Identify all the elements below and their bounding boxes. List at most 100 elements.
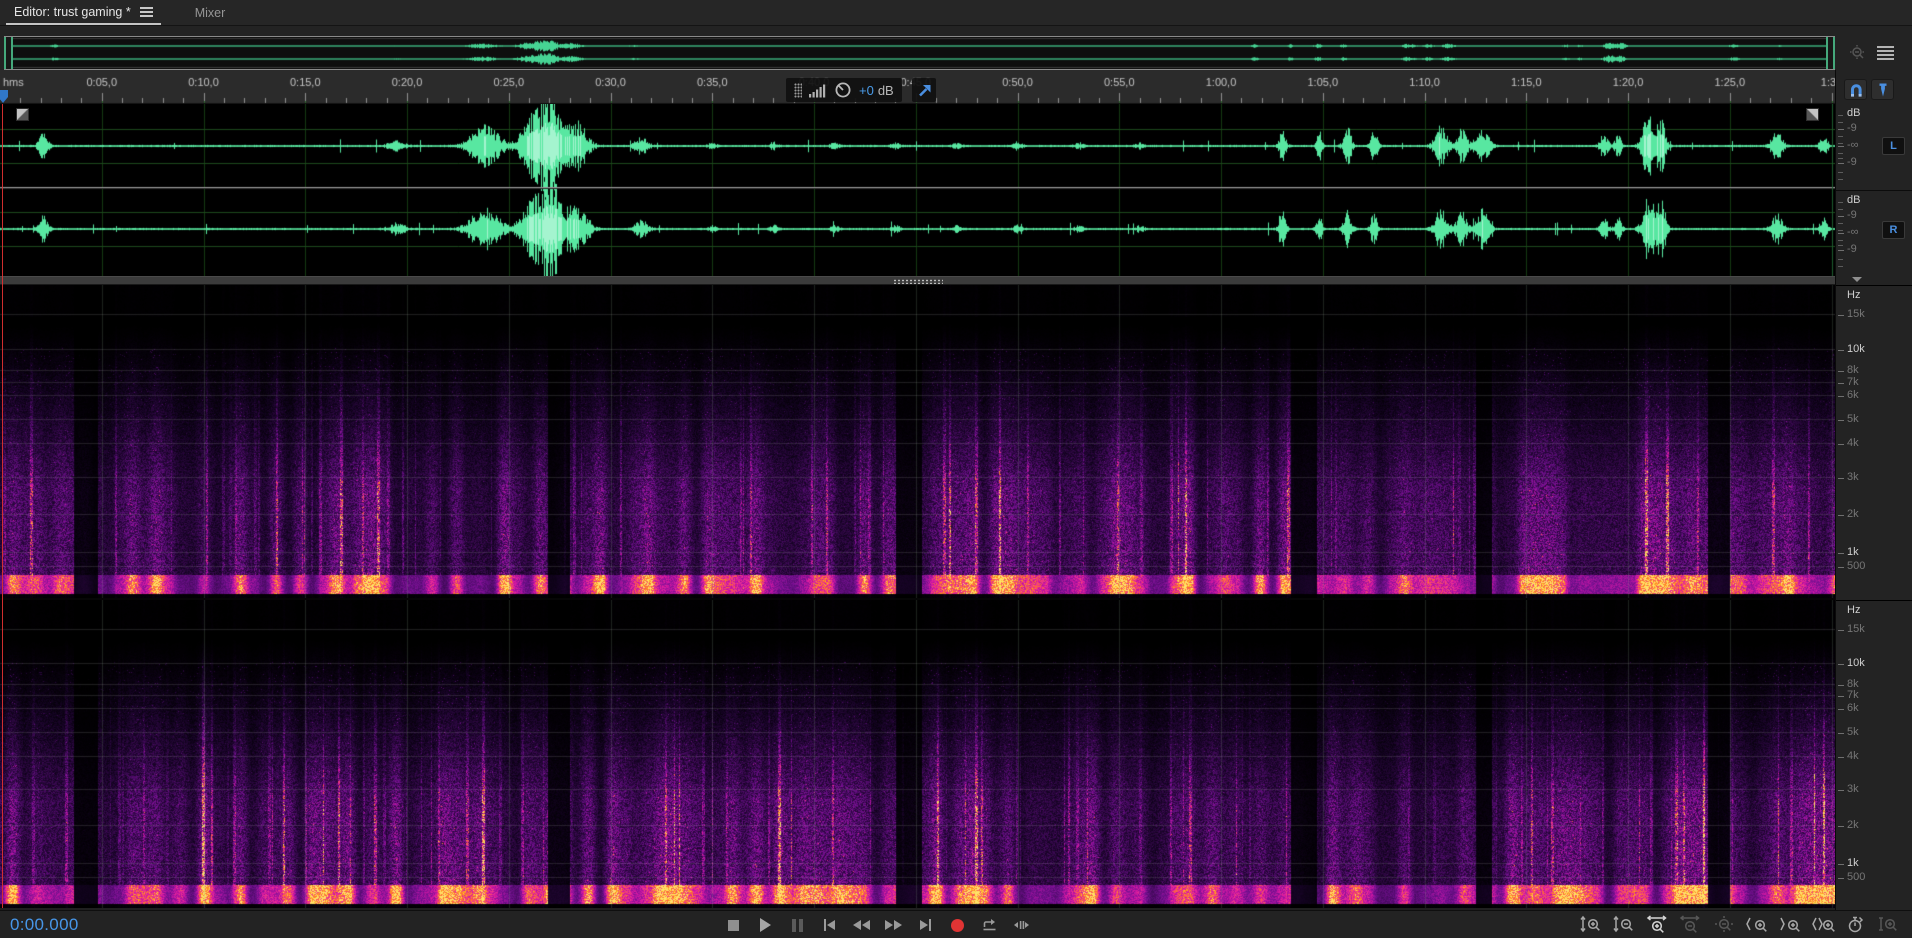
fade-in-handle[interactable] <box>16 108 29 121</box>
scale-tick-label: -9 <box>1847 156 1857 168</box>
overview-view-box[interactable] <box>4 36 1835 70</box>
zoom-in-left-edge-icon <box>1745 915 1769 935</box>
selection-time-display[interactable]: 0:00.000 <box>10 915 79 935</box>
tab-editor[interactable]: Editor: trust gaming * <box>6 0 161 25</box>
scale-tick-label: 2k <box>1847 819 1859 831</box>
spectral-display-right[interactable] <box>0 600 1835 908</box>
overview-left-handle[interactable] <box>4 37 13 69</box>
zoom-to-selection-icon <box>1811 915 1835 935</box>
waveform-display[interactable] <box>0 104 1835 276</box>
spectral-display-left[interactable] <box>0 285 1835 598</box>
gain-db-value: +0 <box>859 83 874 98</box>
overview-waveform <box>13 37 1826 69</box>
zoom-controls <box>1579 914 1902 936</box>
channel-button-r[interactable]: R <box>1882 221 1905 239</box>
volume-hud: +0 dB <box>786 78 902 102</box>
overview-strip <box>0 26 1912 70</box>
scale-minor-tick <box>1838 266 1843 267</box>
snap-magnet-icon <box>1846 81 1866 99</box>
scale-tick-label: 7k <box>1847 689 1859 701</box>
pin-marker-icon <box>1874 81 1892 99</box>
play-icon <box>760 918 771 932</box>
panel-menu-icon[interactable] <box>140 7 153 17</box>
pin-marker-button[interactable] <box>1871 79 1894 100</box>
scale-tick-label: 7k <box>1847 376 1859 388</box>
channel-button-l[interactable]: L <box>1882 137 1905 155</box>
skip-selection-icon <box>1014 921 1029 929</box>
scale-title: Hz <box>1847 289 1860 301</box>
collapse-arrow-icon[interactable] <box>1852 277 1862 282</box>
rewind-icon <box>853 920 870 930</box>
gain-knob-icon[interactable] <box>834 81 852 99</box>
stop-button[interactable] <box>722 914 745 936</box>
audition-editor-window: Editor: trust gaming * Mixer <box>0 0 1912 938</box>
amplitude-scale-left: dB-9-∞-9L <box>1836 104 1912 190</box>
scale-minor-tick <box>1838 158 1843 159</box>
playhead-line[interactable] <box>2 104 3 908</box>
scale-minor-tick <box>1838 209 1843 210</box>
pause-icon <box>792 919 803 932</box>
zoom-duration-button[interactable] <box>1843 914 1869 936</box>
view-splitter[interactable] <box>0 276 1835 285</box>
snap-toggle-button[interactable] <box>1844 79 1867 100</box>
scale-tick-label: 5k <box>1847 413 1859 425</box>
play-button[interactable] <box>754 914 777 936</box>
scale-minor-tick <box>1838 153 1843 154</box>
zoom-in-left-edge-button[interactable] <box>1744 914 1770 936</box>
scale-tick-label: 15k <box>1847 308 1865 320</box>
rewind-button[interactable] <box>850 914 873 936</box>
loop-playback-button[interactable] <box>978 914 1001 936</box>
record-button[interactable] <box>946 914 969 936</box>
skip-to-start-button[interactable] <box>818 914 841 936</box>
scale-tick-label: -9 <box>1847 243 1857 255</box>
scale-tick-label: -∞ <box>1847 226 1859 238</box>
zoom-to-selection-button[interactable] <box>1810 914 1836 936</box>
scale-tick-label: 3k <box>1847 783 1859 795</box>
scale-tick-label: 4k <box>1847 750 1859 762</box>
zoom-in-vertical-icon <box>1580 915 1604 935</box>
zoom-out-full-button[interactable] <box>1711 914 1737 936</box>
playhead-marker[interactable] <box>0 90 8 103</box>
zoom-in-vertical-button[interactable] <box>1579 914 1605 936</box>
tab-mixer[interactable]: Mixer <box>187 0 234 25</box>
scale-tick-label: 6k <box>1847 702 1859 714</box>
overview-right-handle[interactable] <box>1826 37 1835 69</box>
scale-title: dB <box>1847 107 1860 119</box>
zoom-in-horizontal-button[interactable] <box>1645 914 1671 936</box>
scale-minor-tick <box>1838 136 1843 137</box>
zoom-in-right-edge-icon <box>1778 915 1802 935</box>
scale-tick-label: 10k <box>1847 657 1865 669</box>
zoom-out-full-icon <box>1712 915 1736 935</box>
splitter-grip-icon <box>893 279 943 284</box>
loop-playback-icon <box>984 919 996 930</box>
scale-tick-label: 1k <box>1847 857 1859 869</box>
tab-editor-label: Editor: trust gaming * <box>14 5 131 19</box>
skip-selection-button[interactable] <box>1010 914 1033 936</box>
mix-arrow-button[interactable] <box>912 78 936 102</box>
zoom-amplitude-button[interactable] <box>1876 914 1902 936</box>
scale-tick-label: 10k <box>1847 343 1865 355</box>
zoom-out-vertical-button[interactable] <box>1612 914 1638 936</box>
gain-db-unit: dB <box>878 83 894 98</box>
pause-button[interactable] <box>786 914 809 936</box>
scale-tick-label: 15k <box>1847 623 1865 635</box>
scale-minor-tick <box>1838 245 1843 246</box>
tab-mixer-label: Mixer <box>195 6 226 20</box>
scale-tick-label: 3k <box>1847 471 1859 483</box>
scale-column: dB-9-∞-9L dB-9-∞-9R Hz15k10k8k7k6k5k4k3k… <box>1835 70 1912 910</box>
mix-arrow-icon <box>915 81 933 99</box>
gain-value[interactable]: +0 dB <box>859 83 894 98</box>
fast-forward-button[interactable] <box>882 914 905 936</box>
scale-minor-tick <box>1838 230 1843 231</box>
zoom-in-right-edge-button[interactable] <box>1777 914 1803 936</box>
overview-menu-icon[interactable] <box>1877 46 1894 60</box>
scale-tick-label: 500 <box>1847 560 1865 572</box>
skip-to-end-button[interactable] <box>914 914 937 936</box>
scale-minor-tick <box>1838 143 1843 144</box>
zoom-out-full-icon[interactable] <box>1848 44 1867 62</box>
zoom-in-horizontal-icon <box>1646 915 1670 935</box>
zoom-out-horizontal-button[interactable] <box>1678 914 1704 936</box>
drag-grip-icon[interactable] <box>794 83 802 98</box>
scale-tick-label: 5k <box>1847 726 1859 738</box>
fade-out-handle[interactable] <box>1806 108 1819 121</box>
